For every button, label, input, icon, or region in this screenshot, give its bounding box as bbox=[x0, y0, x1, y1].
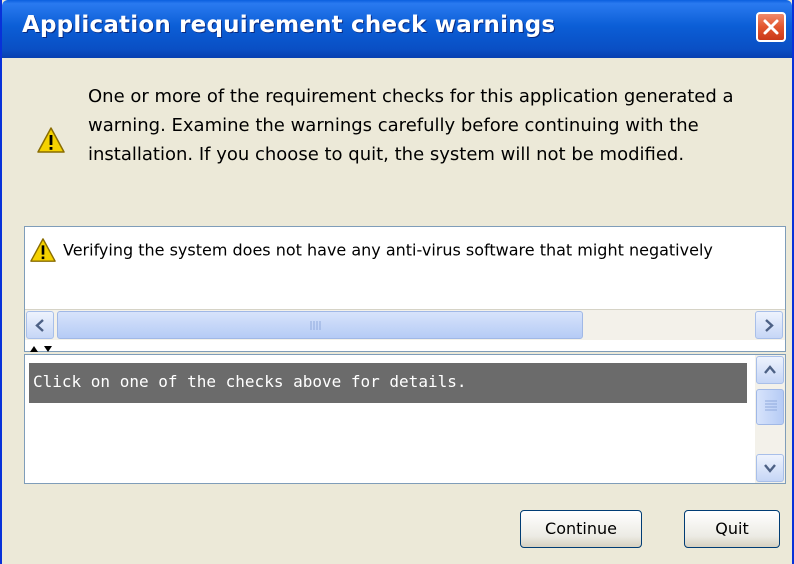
chevron-up-icon bbox=[764, 365, 776, 374]
title-bar[interactable]: Application requirement check warnings bbox=[2, 0, 792, 58]
details-highlight: Click on one of the checks above for det… bbox=[29, 363, 747, 403]
check-item-label: Verifying the system does not have any a… bbox=[63, 240, 713, 260]
dialog-window: Application requirement check warnings O… bbox=[0, 0, 794, 564]
warning-icon bbox=[30, 238, 56, 262]
warning-icon bbox=[37, 127, 65, 153]
chevron-left-icon bbox=[35, 319, 44, 332]
details-panel[interactable]: Click on one of the checks above for det… bbox=[24, 354, 786, 484]
continue-button[interactable]: Continue bbox=[520, 510, 642, 548]
warning-message: One or more of the requirement checks fo… bbox=[88, 86, 734, 165]
scroll-up-button[interactable] bbox=[756, 356, 784, 384]
vertical-scrollbar[interactable] bbox=[755, 355, 785, 483]
quit-button[interactable]: Quit bbox=[684, 510, 780, 548]
close-icon bbox=[763, 19, 779, 35]
scroll-right-button[interactable] bbox=[755, 311, 783, 339]
window-title: Application requirement check warnings bbox=[22, 12, 556, 38]
chevron-right-icon bbox=[765, 319, 774, 332]
horizontal-scroll-thumb[interactable] bbox=[57, 311, 583, 339]
horizontal-scrollbar[interactable] bbox=[25, 309, 785, 340]
details-text: Click on one of the checks above for det… bbox=[33, 372, 467, 391]
scroll-down-button[interactable] bbox=[756, 454, 784, 482]
chevron-down-icon bbox=[764, 464, 776, 473]
check-item[interactable]: Verifying the system does not have any a… bbox=[29, 237, 713, 263]
grip-icon bbox=[765, 400, 777, 411]
vertical-scroll-thumb[interactable] bbox=[756, 389, 784, 425]
close-button[interactable] bbox=[756, 12, 786, 42]
splitter-arrows-icon[interactable] bbox=[28, 345, 56, 353]
grip-icon bbox=[310, 321, 321, 330]
checks-list[interactable]: Verifying the system does not have any a… bbox=[24, 226, 786, 352]
scroll-left-button[interactable] bbox=[26, 311, 54, 339]
